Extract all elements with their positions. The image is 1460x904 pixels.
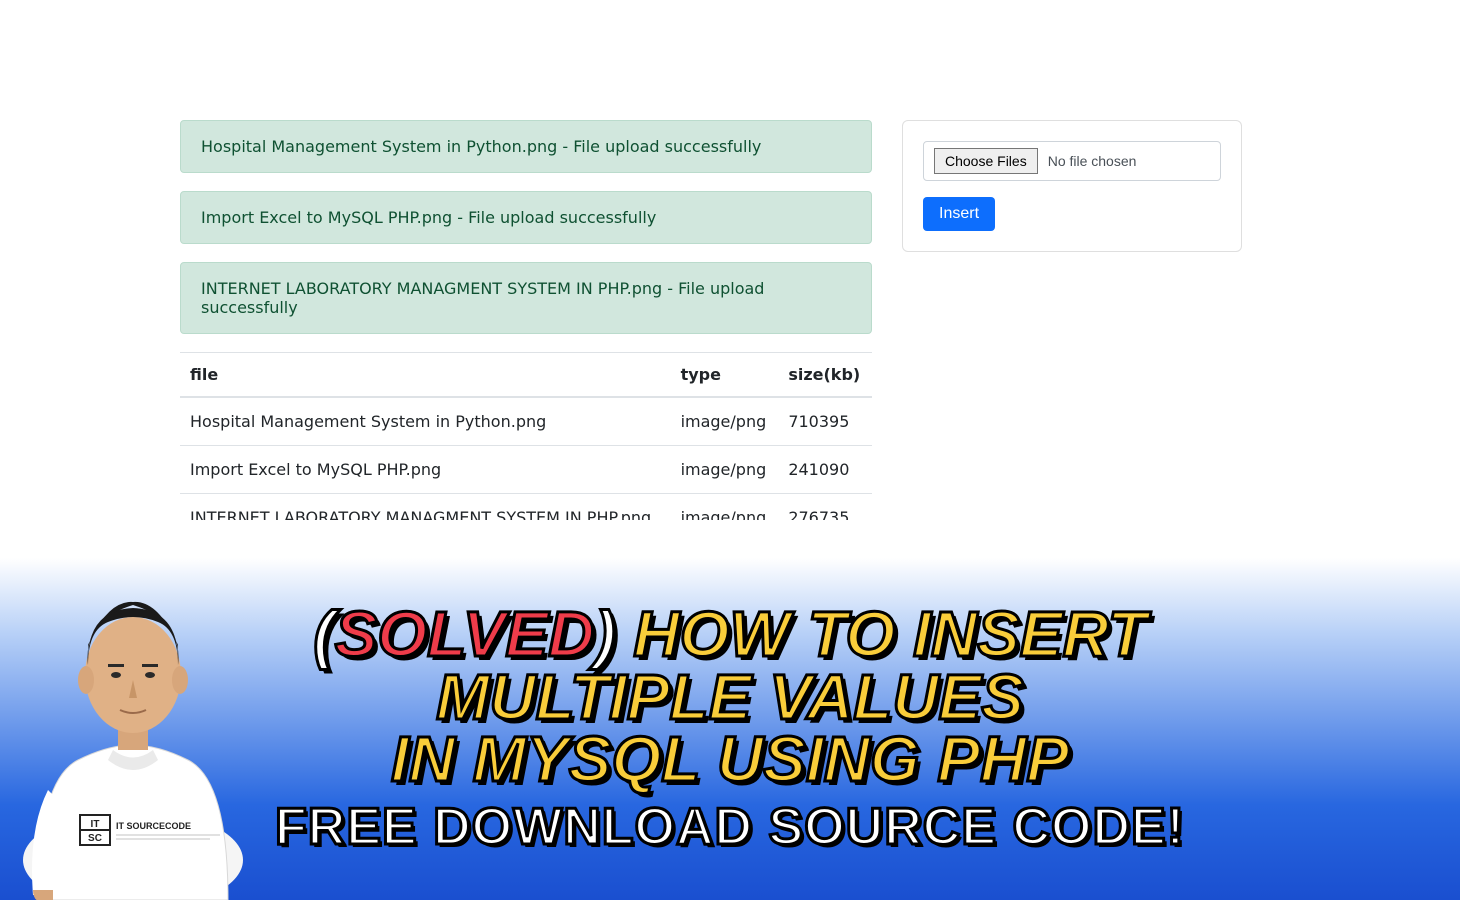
banner-subtitle: FREE DOWNLOAD SOURCE CODE!: [275, 797, 1185, 857]
col-type: type: [671, 353, 779, 398]
banner-title: (SOLVED) HOW TO INSERT MULTIPLE VALUES I…: [313, 603, 1146, 791]
files-table: file type size(kb) Hospital Management S…: [180, 352, 872, 542]
shirt-brand: IT SOURCECODE: [116, 821, 191, 831]
col-size: size(kb): [778, 353, 872, 398]
banner-solved: SOLVED: [335, 598, 595, 670]
logo-it: IT: [91, 819, 100, 830]
table-row: Import Excel to MySQL PHP.png image/png …: [180, 446, 872, 494]
banner-line3: IN MYSQL USING PHP: [391, 723, 1069, 795]
paren-close: ): [594, 598, 615, 670]
insert-button[interactable]: Insert: [923, 197, 995, 231]
upload-alert: Import Excel to MySQL PHP.png - File upl…: [180, 191, 872, 244]
presenter-image: IT SC IT SOURCECODE: [8, 530, 258, 900]
file-input[interactable]: Choose Files No file chosen: [923, 141, 1221, 181]
cell-type: image/png: [671, 446, 779, 494]
paren-open: (: [313, 598, 334, 670]
col-file: file: [180, 353, 671, 398]
right-column: Choose Files No file chosen Insert: [902, 120, 1242, 542]
upload-alert: Hospital Management System in Python.png…: [180, 120, 872, 173]
banner-line1-rest: HOW TO INSERT: [616, 598, 1147, 670]
cell-file: Import Excel to MySQL PHP.png: [180, 446, 671, 494]
upload-card: Choose Files No file chosen Insert: [902, 120, 1242, 252]
cell-size: 710395: [778, 397, 872, 446]
choose-files-button[interactable]: Choose Files: [934, 148, 1038, 174]
cell-file: Hospital Management System in Python.png: [180, 397, 671, 446]
main-container: Hospital Management System in Python.png…: [0, 0, 1460, 542]
upload-alert: INTERNET LABORATORY MANAGMENT SYSTEM IN …: [180, 262, 872, 334]
banner-line2: MULTIPLE VALUES: [436, 661, 1024, 733]
cell-size: 241090: [778, 446, 872, 494]
table-row: Hospital Management System in Python.png…: [180, 397, 872, 446]
left-column: Hospital Management System in Python.png…: [180, 120, 872, 542]
file-status-text: No file chosen: [1048, 153, 1137, 169]
cell-type: image/png: [671, 397, 779, 446]
logo-sc: SC: [88, 833, 102, 844]
